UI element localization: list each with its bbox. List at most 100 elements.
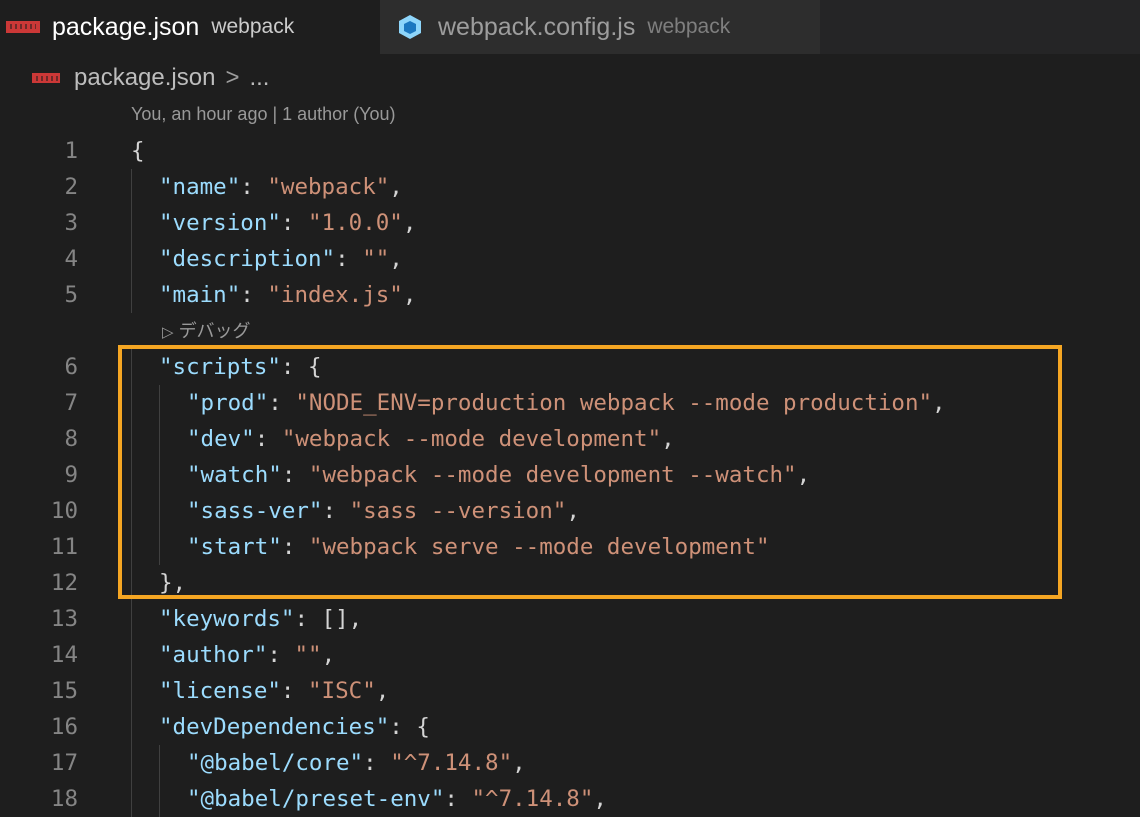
tab-webpack-config[interactable]: webpack.config.js webpack [380, 0, 820, 54]
line-number: 5 [64, 282, 78, 308]
json-string: "webpack --mode development --watch" [308, 462, 797, 488]
json-key: "license" [159, 678, 281, 704]
code-line: 1{ [0, 133, 1140, 169]
code-text: "description": "", [159, 241, 403, 277]
code-line: 18 "@babel/preset-env": "^7.14.8", [0, 781, 1140, 817]
line-number: 11 [50, 534, 78, 560]
play-icon: ▷ [162, 324, 174, 341]
line-number: 1 [64, 138, 78, 164]
code-line: 7 "prod": "NODE_ENV=production webpack --… [0, 385, 1140, 421]
line-number: 12 [50, 570, 78, 596]
json-key: "dev" [187, 426, 255, 452]
json-punctuation: : [240, 282, 268, 308]
code-line: 2 "name": "webpack", [0, 169, 1140, 205]
breadcrumb-file[interactable]: package.json [74, 64, 215, 92]
indent-guide [131, 529, 132, 565]
code-text: "author": "", [159, 637, 335, 673]
json-key: "devDependencies" [159, 714, 390, 740]
code-line: 9 "watch": "webpack --mode development --… [0, 457, 1140, 493]
breadcrumb-ellipsis[interactable]: ... [249, 64, 269, 92]
json-string: "ISC" [308, 678, 376, 704]
line-number: 10 [50, 498, 78, 524]
json-punctuation: : { [280, 354, 322, 380]
json-punctuation: , [512, 750, 526, 776]
json-key: "name" [159, 174, 241, 200]
indent-guide [159, 421, 160, 457]
json-key: "scripts" [159, 354, 281, 380]
json-key: "start" [187, 534, 282, 560]
json-string: "webpack --mode development" [281, 426, 662, 452]
json-punctuation: , [402, 210, 417, 236]
indent-guide [159, 385, 160, 421]
json-string: "NODE_ENV=production webpack --mode prod… [295, 390, 933, 416]
webpack-cube-icon [399, 15, 421, 39]
indent-guide [131, 493, 132, 529]
indent-guide [131, 781, 132, 817]
debug-lens[interactable]: ▷ デバッグ [162, 317, 251, 343]
json-punctuation: , [402, 282, 417, 308]
json-punctuation: : [281, 462, 309, 488]
json-key: "author" [159, 642, 268, 668]
json-punctuation: : { [389, 714, 430, 740]
line-number: 17 [50, 750, 78, 776]
code-line: 4 "description": "", [0, 241, 1140, 277]
json-key: "version" [159, 210, 281, 236]
code-text: }, [159, 565, 186, 601]
code-text: "prod": "NODE_ENV=production webpack --m… [187, 385, 946, 421]
json-punctuation: : [267, 642, 295, 668]
tab-package-json[interactable]: package.json webpack [0, 0, 380, 54]
debug-lens-label: デバッグ [178, 321, 251, 341]
npm-icon [32, 73, 62, 83]
json-punctuation: }, [159, 570, 187, 596]
json-key: "watch" [187, 462, 282, 488]
json-string: "index.js" [267, 282, 403, 308]
json-string: "" [362, 246, 390, 272]
code-line: 14 "author": "", [0, 637, 1140, 673]
tab-description: webpack [647, 15, 731, 38]
json-punctuation: : [240, 174, 268, 200]
indent-guide [131, 457, 132, 493]
json-punctuation: , [593, 786, 607, 812]
json-key: "@babel/preset-env" [187, 786, 445, 812]
code-line: 16 "devDependencies": { [0, 709, 1140, 745]
indent-guide [131, 421, 132, 457]
line-number: 7 [64, 390, 78, 416]
code-line: 6 "scripts": { [0, 349, 1140, 385]
json-punctuation: , [389, 174, 403, 200]
json-string: "^7.14.8" [471, 786, 594, 812]
code-text: "version": "1.0.0", [159, 205, 416, 241]
json-punctuation: : [322, 498, 350, 524]
code-text: "watch": "webpack --mode development --w… [187, 457, 810, 493]
indent-guide [131, 169, 132, 205]
line-number: 13 [50, 606, 78, 632]
indent-guide [131, 709, 132, 745]
indent-guide [159, 781, 160, 817]
line-number: 9 [64, 462, 78, 488]
code-text: "dev": "webpack --mode development", [187, 421, 675, 457]
indent-guide [159, 457, 160, 493]
line-number: 18 [50, 786, 78, 812]
indent-guide [131, 673, 132, 709]
code-text: "@babel/preset-env": "^7.14.8", [187, 781, 607, 817]
json-punctuation: , [932, 390, 946, 416]
json-string: "^7.14.8" [390, 750, 513, 776]
json-punctuation: : [268, 390, 296, 416]
code-text: "devDependencies": { [159, 709, 430, 745]
breadcrumb-separator: > [225, 64, 240, 91]
json-key: "prod" [187, 390, 269, 416]
indent-guide [131, 349, 132, 385]
json-key: "keywords" [159, 606, 295, 632]
json-punctuation: , [321, 642, 336, 668]
json-string: "webpack" [267, 174, 390, 200]
git-blame-lens[interactable]: You, an hour ago | 1 author (You) [131, 104, 396, 125]
json-punctuation: , [566, 498, 580, 524]
code-text: "main": "index.js", [159, 277, 416, 313]
code-text: "name": "webpack", [159, 169, 403, 205]
json-punctuation: : [444, 786, 472, 812]
code-text: "sass-ver": "sass --version", [187, 493, 580, 529]
line-number: 2 [64, 174, 78, 200]
indent-guide [131, 565, 132, 601]
indent-guide [159, 529, 160, 565]
breadcrumb: package.json > ... [32, 60, 269, 96]
indent-guide [131, 601, 132, 637]
